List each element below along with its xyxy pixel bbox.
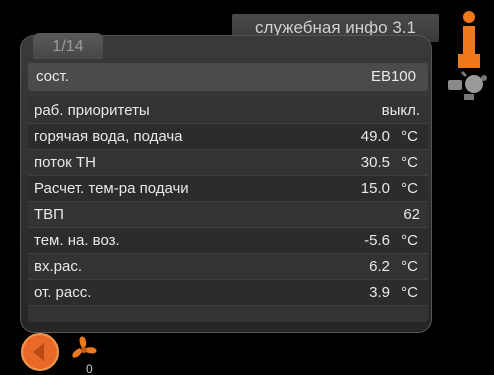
row-label: вх.рас. [34,258,82,275]
fan-icon: 0 [72,336,97,375]
list-item[interactable]: тем. на. воз. -5.6 °C [28,228,428,254]
list-item[interactable]: ТВП 62 [28,202,428,228]
info-list: раб. приоритеты выкл. горячая вода, пода… [28,96,428,322]
status-row[interactable]: сост. EB100 [28,63,428,91]
info-icon [458,11,480,68]
row-unit: °C [401,154,418,171]
row-unit: °C [401,180,418,197]
row-label: поток ТН [34,154,96,171]
row-label: горячая вода, подача [34,128,183,145]
list-item[interactable]: от. расс. 3.9 °C [28,280,428,306]
list-item[interactable]: горячая вода, подача 49.0 °C [28,124,428,150]
row-value: 3.9 [369,284,390,301]
list-item[interactable]: раб. приоритеты выкл. [28,98,428,124]
row-label: тем. на. воз. [34,232,120,249]
page-indicator-tab[interactable]: 1/14 [33,33,103,59]
row-label: Расчет. тем-ра подачи [34,180,189,197]
row-label: от. расс. [34,284,92,301]
list-item[interactable]: Расчет. тем-ра подачи 15.0 °C [28,176,428,202]
row-label: ТВП [34,206,64,223]
row-value: 49.0 [360,128,390,145]
row-unit: °C [401,258,418,275]
row-value: 30.5 [360,154,390,171]
fan-speed-label: 0 [86,362,93,375]
row-value: 6.2 [369,258,390,275]
row-unit: °C [401,284,418,301]
row-unit: °C [401,128,418,145]
row-unit: °C [401,232,418,249]
back-button-icon[interactable] [20,332,60,372]
row-value: 62 [403,206,420,223]
list-item[interactable]: поток ТН 30.5 °C [28,150,428,176]
row-label: раб. приоритеты [34,102,150,119]
status-label: сост. [36,68,69,85]
row-value: 15.0 [360,180,390,197]
row-value: выкл. [381,102,420,119]
status-value: EB100 [370,68,416,85]
list-item[interactable]: вх.рас. 6.2 °C [28,254,428,280]
row-value: -5.6 [364,232,390,249]
remote-control-icon [448,70,487,100]
